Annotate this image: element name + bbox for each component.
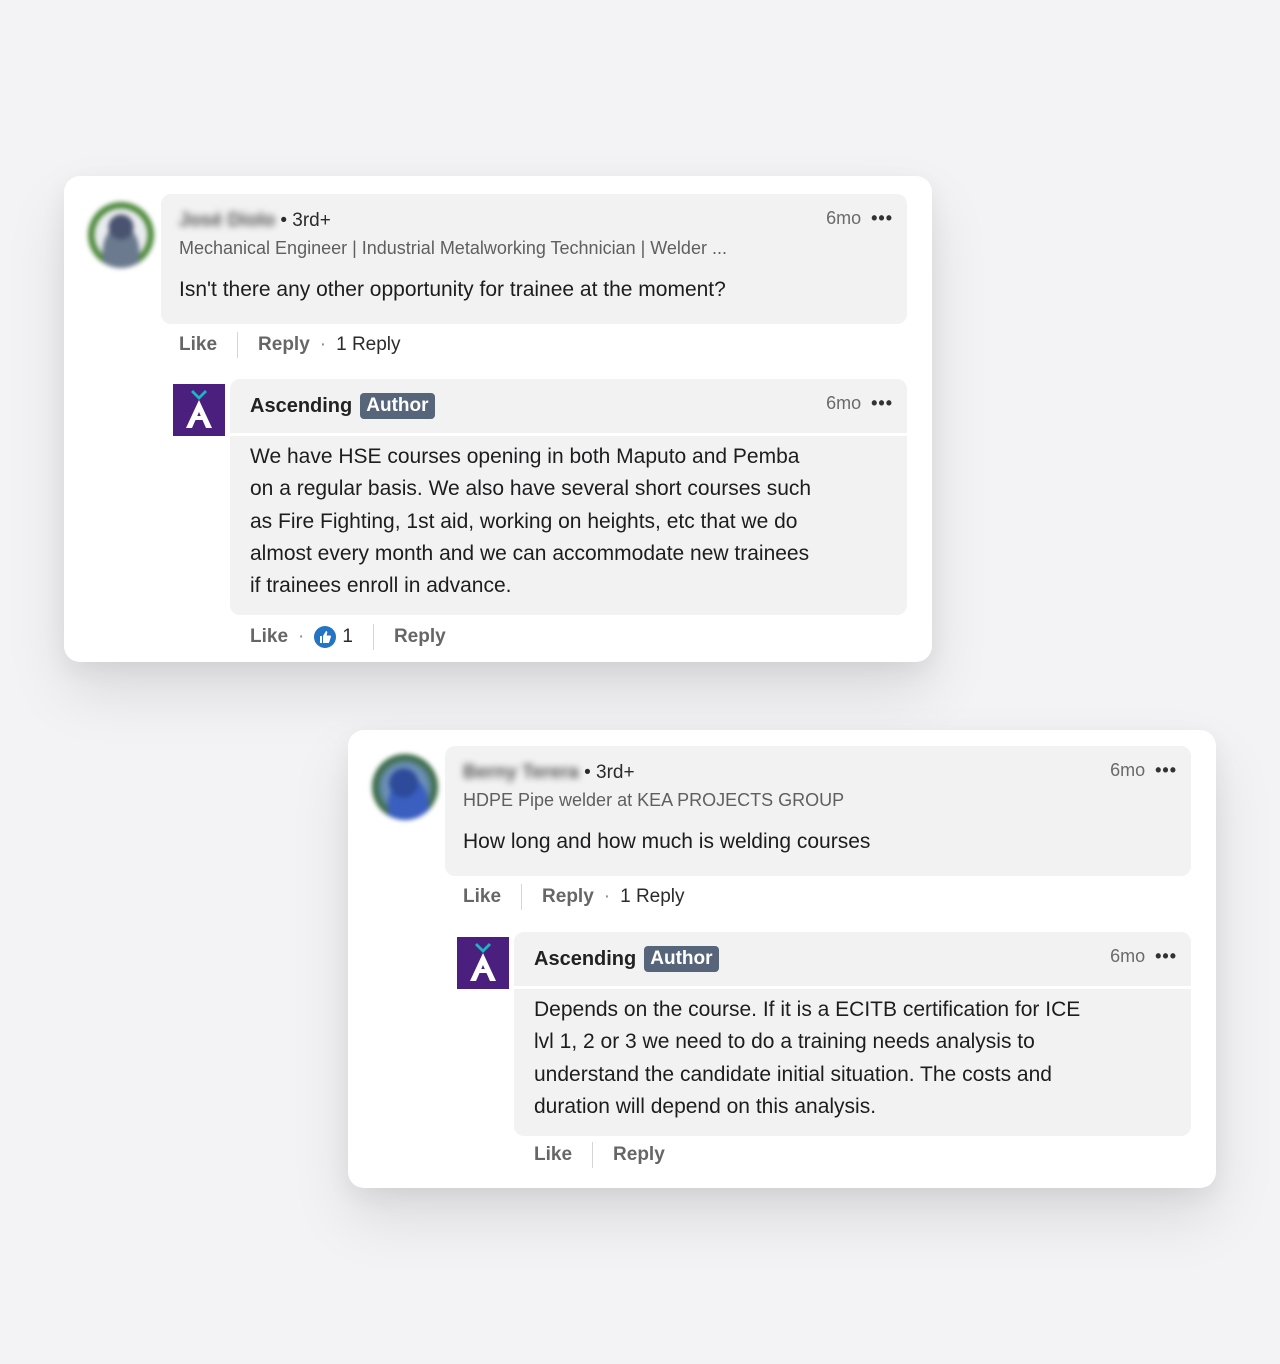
reply-line: We have HSE courses opening in both Mapu…: [250, 445, 800, 468]
reply-line: duration will depend on this analysis.: [534, 1094, 877, 1118]
comment-bubble: Berny Terera • 3rd+ HDPE Pipe welder at …: [445, 746, 1191, 876]
commenter-name[interactable]: Berny Terera: [463, 762, 579, 784]
commenter-name[interactable]: José Diolo: [179, 210, 275, 232]
reply-line: Depends on the course. If it is a ECITB …: [534, 998, 1081, 1021]
ascending-logo[interactable]: [457, 937, 509, 989]
connection-degree: • 3rd+: [584, 762, 635, 783]
reply-line: on a regular basis. We also have several…: [250, 477, 812, 501]
reply-actions: Like Reply: [534, 1142, 665, 1168]
separator-dot: ·: [603, 886, 611, 907]
commenter-headline: Mechanical Engineer | Industrial Metalwo…: [179, 238, 727, 258]
reply-button[interactable]: Reply: [542, 886, 594, 908]
replies-count-link[interactable]: 1 Reply: [620, 886, 684, 908]
more-options-icon[interactable]: •••: [1155, 760, 1177, 781]
reply-bubble: Ascending Author 6mo ••• We have HSE cou…: [230, 379, 907, 615]
reply-header: Ascending Author: [534, 946, 719, 972]
action-divider: [592, 1142, 594, 1168]
reply-meta: 6mo •••: [826, 393, 893, 414]
reply-text: We have HSE courses opening in both Mapu…: [250, 441, 811, 602]
action-divider: [237, 332, 239, 358]
reply-button[interactable]: Reply: [613, 1144, 665, 1166]
comment-actions: Like Reply · 1 Reply: [179, 332, 401, 358]
comment-meta: 6mo •••: [826, 208, 893, 229]
commenter-avatar[interactable]: [88, 202, 154, 268]
commenter-headline: HDPE Pipe welder at KEA PROJECTS GROUP: [463, 790, 845, 810]
comment-actions: Like Reply · 1 Reply: [463, 884, 685, 910]
comment-card-2: Berny Terera • 3rd+ HDPE Pipe welder at …: [348, 730, 1216, 1188]
comment-text: How long and how much is welding courses: [463, 830, 871, 853]
comment-time: 6mo: [826, 208, 862, 228]
reply-line: understand the candidate initial situati…: [534, 1062, 1052, 1086]
reply-line: lvl 1, 2 or 3 we need to do a training n…: [534, 1030, 1035, 1054]
comment-card-1: José Diolo • 3rd+ Mechanical Engineer | …: [64, 176, 932, 662]
like-button[interactable]: Like: [179, 334, 217, 356]
reply-bubble: Ascending Author 6mo ••• Depends on the …: [514, 932, 1191, 1136]
reply-text: Depends on the course. If it is a ECITB …: [534, 994, 1080, 1123]
reply-line: if trainees enroll in advance.: [250, 574, 512, 598]
like-button[interactable]: Like: [463, 886, 501, 908]
reply-time: 6mo: [1110, 946, 1146, 966]
author-badge: Author: [360, 393, 435, 419]
reply-meta: 6mo •••: [1110, 946, 1177, 967]
thumbs-up-icon[interactable]: [314, 626, 337, 648]
like-button[interactable]: Like: [250, 626, 288, 648]
reply-divider: [230, 433, 907, 436]
action-divider: [372, 624, 374, 650]
more-options-icon[interactable]: •••: [871, 208, 893, 229]
author-badge: Author: [644, 946, 719, 972]
comment-bubble: José Diolo • 3rd+ Mechanical Engineer | …: [161, 194, 907, 324]
reply-time: 6mo: [826, 393, 862, 413]
ascending-logo[interactable]: [173, 384, 225, 436]
reply-line: almost every month and we can accommodat…: [250, 541, 810, 565]
reply-line: as Fire Fighting, 1st aid, working on he…: [250, 509, 798, 533]
commenter-avatar[interactable]: [372, 754, 438, 820]
comment-header: Berny Terera • 3rd+: [463, 762, 635, 784]
reply-author-name[interactable]: Ascending: [250, 395, 352, 418]
replies-count-link[interactable]: 1 Reply: [336, 334, 400, 356]
separator-dot: ·: [298, 626, 305, 647]
reply-author-name[interactable]: Ascending: [534, 948, 636, 971]
reply-button[interactable]: Reply: [258, 334, 310, 356]
separator-dot: ·: [319, 334, 327, 355]
like-button[interactable]: Like: [534, 1144, 572, 1166]
comment-time: 6mo: [1110, 760, 1146, 780]
ascending-logo-icon: [186, 390, 212, 428]
action-divider: [521, 884, 523, 910]
reply-button[interactable]: Reply: [394, 626, 446, 648]
more-options-icon[interactable]: •••: [871, 393, 893, 414]
ascending-logo-icon: [470, 943, 496, 981]
comment-text: Isn't there any other opportunity for tr…: [179, 278, 726, 301]
more-options-icon[interactable]: •••: [1155, 946, 1177, 967]
comment-meta: 6mo •••: [1110, 760, 1177, 781]
connection-degree: • 3rd+: [280, 210, 331, 231]
reply-actions: Like · 1 Reply: [250, 624, 446, 650]
reaction-count[interactable]: 1: [342, 626, 353, 648]
reply-divider: [514, 986, 1191, 989]
comment-header: José Diolo • 3rd+: [179, 210, 331, 232]
reply-header: Ascending Author: [250, 393, 435, 419]
